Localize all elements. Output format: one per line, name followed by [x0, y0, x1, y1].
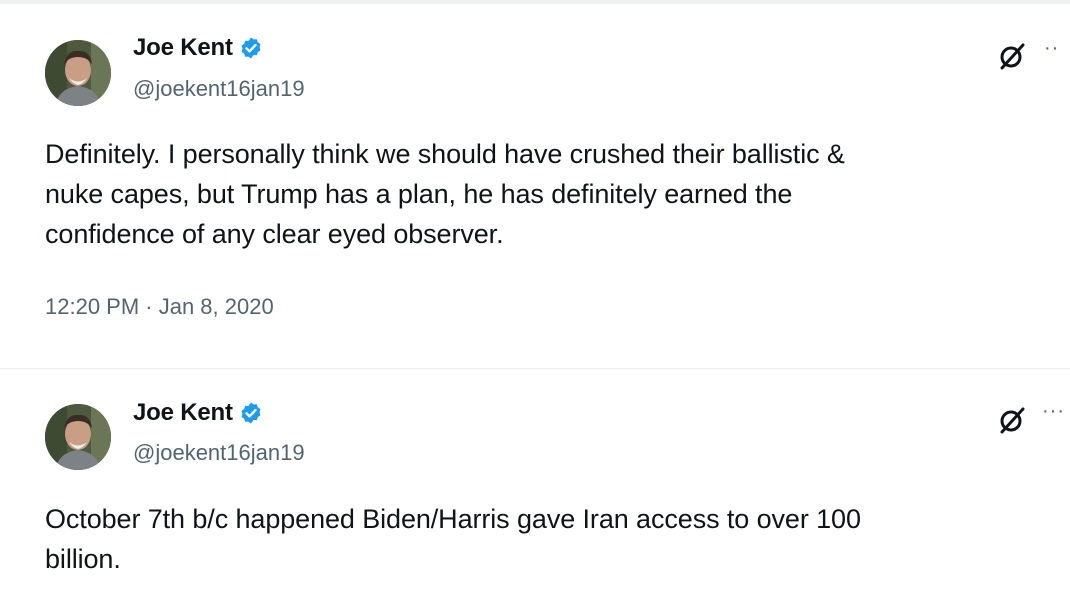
grok-icon[interactable]: [996, 40, 1028, 72]
avatar-photo: [45, 404, 111, 470]
more-icon[interactable]: ··: [1044, 38, 1059, 58]
avatar-photo: [45, 40, 111, 106]
tweet-text: October 7th b/c happened Biden/Harris ga…: [45, 504, 861, 574]
tweet-card[interactable]: Joe Kent @joekent16jan19 ·· Definitely. …: [0, 0, 1070, 368]
tweet-card[interactable]: Joe Kent @joekent16jan19 ··· October 7th…: [0, 368, 1070, 602]
author-row: Joe Kent: [133, 34, 263, 62]
grok-icon[interactable]: [996, 404, 1028, 436]
verified-badge-icon: [241, 37, 261, 59]
author-handle[interactable]: @joekent16jan19: [133, 76, 305, 102]
verified-badge-icon: [241, 402, 261, 424]
tweet-text: Definitely. I personally think we should…: [45, 139, 845, 249]
author-name[interactable]: Joe Kent: [133, 34, 233, 62]
author-handle[interactable]: @joekent16jan19: [133, 440, 305, 466]
avatar[interactable]: [45, 40, 111, 106]
author-row: Joe Kent: [133, 399, 263, 427]
more-icon[interactable]: ···: [1042, 401, 1065, 421]
author-name[interactable]: Joe Kent: [133, 399, 233, 427]
tweet-timestamp[interactable]: 12:20 PM · Jan 8, 2020: [45, 294, 274, 320]
avatar[interactable]: [45, 404, 111, 470]
